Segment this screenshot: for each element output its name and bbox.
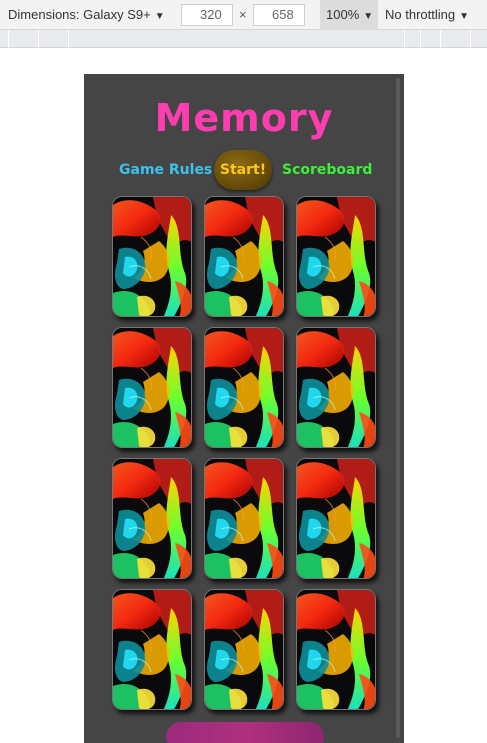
caret-down-icon: ▼ [363,11,374,22]
zoom-value: 100% [326,7,360,22]
times-sign: × [239,7,247,22]
memory-card[interactable] [204,458,284,579]
memory-card[interactable] [204,327,284,448]
device-select-label: Dimensions: Galaxy S9+ [8,7,151,22]
memory-card[interactable] [204,196,284,317]
memory-card[interactable] [296,327,376,448]
bottom-action-button[interactable] [166,722,324,743]
throttling-value: No throttling [385,7,456,22]
start-button[interactable]: Start! [214,150,272,190]
memory-card[interactable] [296,589,376,710]
height-input[interactable]: 658 [253,4,305,26]
scoreboard-link[interactable]: Scoreboard [282,162,372,178]
caret-down-icon: ▼ [154,11,165,22]
memory-card[interactable] [296,458,376,579]
memory-card[interactable] [112,196,192,317]
memory-card[interactable] [112,589,192,710]
media-query-ruler [0,30,487,48]
memory-card[interactable] [296,196,376,317]
game-nav: Game Rules Start! Scoreboard [84,150,404,190]
throttling-select[interactable]: No throttling ▼ [385,0,469,30]
memory-card[interactable] [112,327,192,448]
zoom-select[interactable]: 100% ▼ [320,0,378,30]
width-input[interactable]: 320 [181,4,233,26]
game-rules-link[interactable]: Game Rules [119,162,212,178]
caret-down-icon: ▼ [459,11,469,22]
memory-card[interactable] [204,589,284,710]
device-viewport: Memory Game Rules Start! Scoreboard [84,74,404,743]
device-select[interactable]: Dimensions: Galaxy S9+ ▼ [8,0,165,30]
app-title: Memory [154,96,334,140]
memory-card[interactable] [112,458,192,579]
devtools-device-toolbar: Dimensions: Galaxy S9+ ▼ 320 × 658 100% ▼ … [0,0,487,30]
